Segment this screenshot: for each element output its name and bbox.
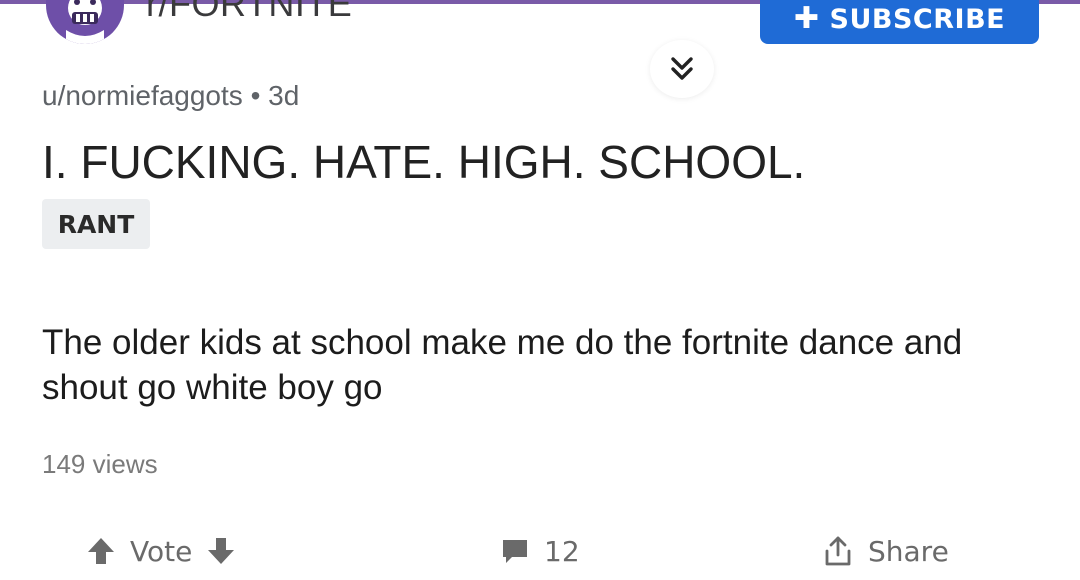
comment-count: 12	[544, 534, 580, 568]
share-button[interactable]: Share	[822, 522, 949, 580]
share-label: Share	[868, 534, 949, 568]
post-flair[interactable]: RANT	[42, 199, 150, 249]
view-count: 149 views	[42, 449, 158, 479]
subscribe-label: SUBSCRIBE	[829, 3, 1006, 35]
vote-label: Vote	[130, 534, 193, 568]
subreddit-name[interactable]: r/FORTNITE	[146, 0, 352, 22]
post-age: 3d	[268, 80, 300, 111]
share-icon	[825, 536, 851, 566]
comments-button[interactable]: 12	[500, 522, 580, 580]
avatar-face-icon	[66, 0, 104, 44]
subreddit-avatar[interactable]	[46, 0, 124, 44]
comment-icon	[503, 540, 527, 563]
post-title[interactable]: I. FUCKING. HATE. HIGH. SCHOOL.	[42, 133, 805, 191]
post-meta: u/normiefaggots • 3d	[42, 80, 299, 112]
double-chevron-down-icon	[671, 57, 693, 80]
collapse-button[interactable]	[650, 40, 714, 98]
post-body: The older kids at school make me do the …	[42, 323, 963, 407]
action-bar: Vote 12 Share	[0, 522, 1080, 580]
subscribe-button[interactable]: ✚ SUBSCRIBE	[760, 0, 1039, 44]
upvote-arrow-icon[interactable]	[86, 536, 116, 566]
plus-icon: ✚	[793, 1, 820, 36]
downvote-arrow-icon[interactable]	[206, 536, 236, 566]
vote-group: Vote	[86, 522, 236, 580]
author-link[interactable]: u/normiefaggots	[42, 80, 243, 111]
meta-separator: •	[250, 80, 261, 111]
